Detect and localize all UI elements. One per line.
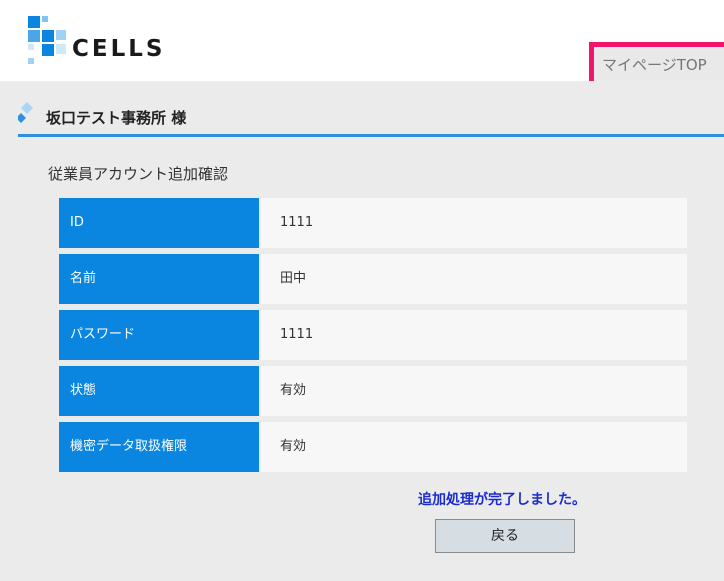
row-value: 有効 — [259, 366, 687, 416]
back-button[interactable]: 戻る — [435, 519, 575, 553]
row-value: 1111 — [259, 310, 687, 360]
completion-message: 追加処理が完了しました。 — [418, 492, 586, 508]
page-title: 従業員アカウント追加確認 — [48, 165, 229, 183]
table-row-name: 名前 田中 — [59, 254, 687, 304]
table-row-password: パスワード 1111 — [59, 310, 687, 360]
diamond-icon — [18, 102, 33, 123]
mypage-top-label: マイページTOP — [602, 56, 707, 74]
row-value: 1111 — [259, 198, 687, 248]
row-value: 田中 — [259, 254, 687, 304]
row-label: パスワード — [59, 310, 259, 360]
logo-text: CELLS — [72, 36, 166, 62]
row-label: ID — [59, 198, 259, 248]
row-label: 名前 — [59, 254, 259, 304]
row-label: 状態 — [59, 366, 259, 416]
mypage-top-link[interactable]: マイページTOP — [589, 42, 724, 86]
office-name: 坂口テスト事務所 様 — [46, 109, 187, 127]
row-label: 機密データ取扱権限 — [59, 422, 259, 472]
table-row-status: 状態 有効 — [59, 366, 687, 416]
table-row-confidential-permission: 機密データ取扱権限 有効 — [59, 422, 687, 472]
table-row-id: ID 1111 — [59, 198, 687, 248]
row-value: 有効 — [259, 422, 687, 472]
